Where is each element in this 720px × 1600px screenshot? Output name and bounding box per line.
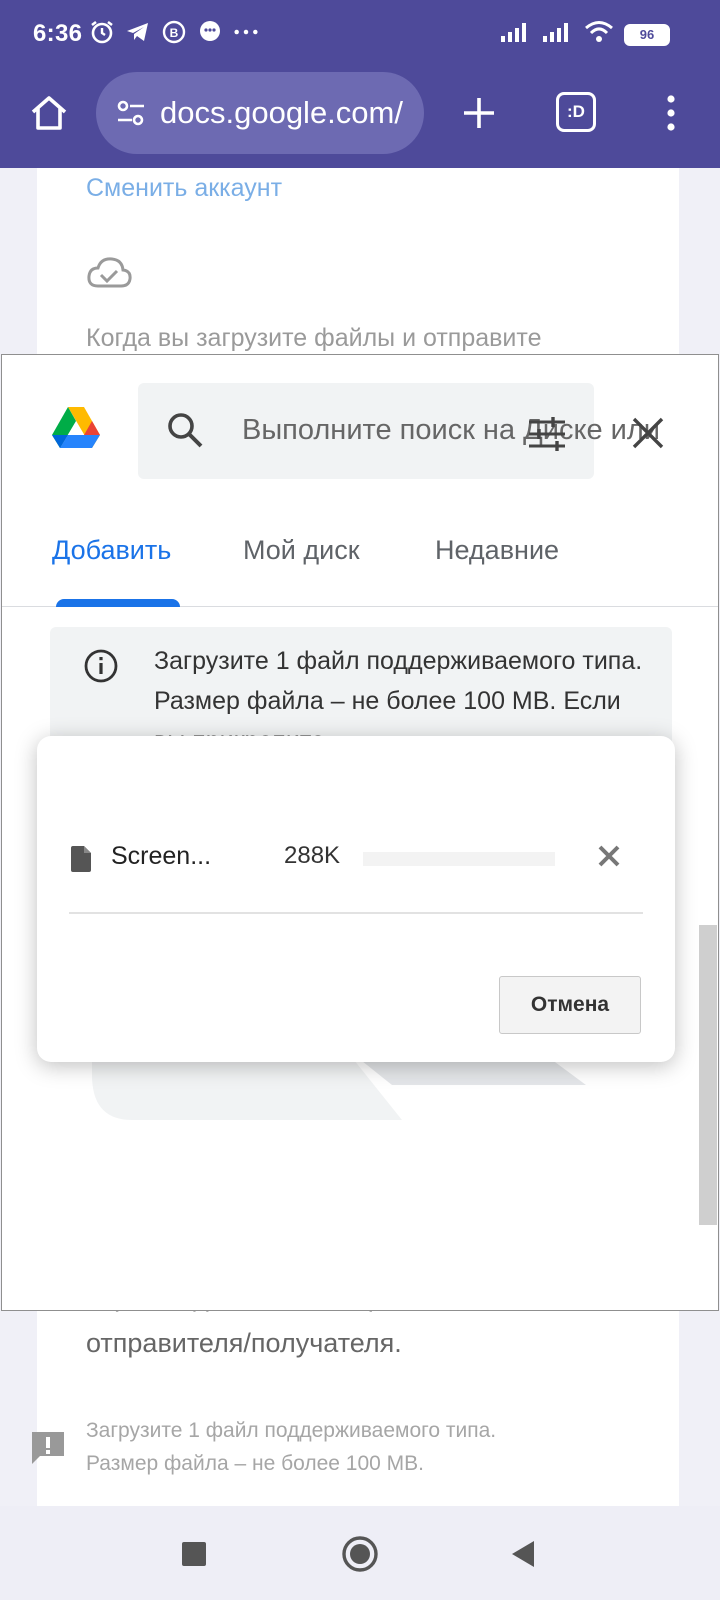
url-text: docs.google.com/	[160, 95, 403, 130]
browser-menu-button[interactable]	[656, 90, 686, 136]
feedback-icon[interactable]	[28, 1428, 68, 1468]
active-tab-indicator	[56, 599, 180, 607]
filter-options-icon[interactable]	[527, 417, 567, 451]
square-icon	[182, 1542, 206, 1566]
upload-description: Когда вы загрузите файлы и отправите	[86, 324, 542, 352]
signal-icon-2	[542, 21, 574, 48]
dialog-divider	[69, 912, 643, 914]
close-picker-icon[interactable]	[630, 415, 666, 451]
new-tab-button[interactable]	[456, 90, 502, 136]
tab-my-drive[interactable]: Мой диск	[243, 535, 360, 566]
tab-recent[interactable]: Недавние	[435, 535, 559, 566]
cloud-check-icon	[87, 257, 132, 288]
wifi-icon	[584, 20, 614, 49]
browser-toolbar: docs.google.com/ :D	[0, 68, 720, 168]
upload-file-size: 288K	[284, 842, 341, 869]
hint-line-2: Размер файла – не более 100 MB.	[86, 1452, 424, 1475]
circle-icon	[342, 1536, 378, 1572]
status-time: 6:36	[33, 20, 83, 47]
signal-icon	[500, 21, 532, 48]
chat-bubble-icon	[196, 18, 224, 46]
more-vert-icon	[667, 95, 675, 131]
search-input[interactable]: Выполните поиск на Диске или	[242, 414, 660, 447]
telegram-icon	[124, 18, 152, 46]
info-icon	[84, 649, 118, 683]
drive-search-box[interactable]: Выполните поиск на Диске или	[138, 383, 660, 479]
upload-hint: Загрузите 1 файл поддерживаемого типа. Р…	[86, 1414, 496, 1480]
home-button[interactable]	[26, 90, 72, 136]
requirements-line-2: отправителя/получателя.	[86, 1328, 402, 1358]
home-nav-button[interactable]	[340, 1534, 380, 1574]
messenger-b-icon: B	[160, 18, 188, 46]
tab-upload[interactable]: Добавить	[52, 535, 171, 566]
file-icon	[71, 846, 91, 872]
upload-progress-bar	[363, 852, 555, 866]
upload-file-name: Screen...	[111, 842, 212, 870]
picker-tabs: Добавить Мой диск Недавние	[2, 515, 718, 607]
system-icons: 96	[500, 20, 670, 49]
svg-text:B: B	[170, 26, 179, 40]
google-drive-logo	[52, 407, 100, 448]
tabs-button[interactable]: :D	[556, 92, 596, 132]
status-bar: 6:36 B 96	[0, 0, 720, 68]
back-triangle-icon	[512, 1541, 534, 1567]
notification-icons: B	[88, 18, 260, 46]
back-button[interactable]	[504, 1534, 544, 1574]
remove-file-icon[interactable]	[595, 842, 623, 870]
cancel-upload-button[interactable]: Отмена	[499, 976, 641, 1034]
search-icon[interactable]	[166, 411, 204, 449]
system-nav-bar	[0, 1506, 720, 1600]
alarm-icon	[88, 18, 116, 46]
picker-scrollbar[interactable]	[699, 925, 717, 1225]
upload-dialog: Screen... 288K Отмена	[37, 736, 675, 1062]
more-notifications-icon	[232, 18, 260, 46]
home-icon	[31, 96, 67, 130]
address-bar[interactable]: docs.google.com/	[96, 72, 424, 154]
recents-button[interactable]	[174, 1534, 214, 1574]
plus-icon	[464, 98, 494, 128]
site-settings-icon[interactable]	[114, 96, 148, 130]
switch-account-link[interactable]: Сменить аккаунт	[86, 174, 282, 203]
hint-line-1: Загрузите 1 файл поддерживаемого типа.	[86, 1419, 497, 1442]
battery-indicator: 96	[624, 23, 670, 46]
